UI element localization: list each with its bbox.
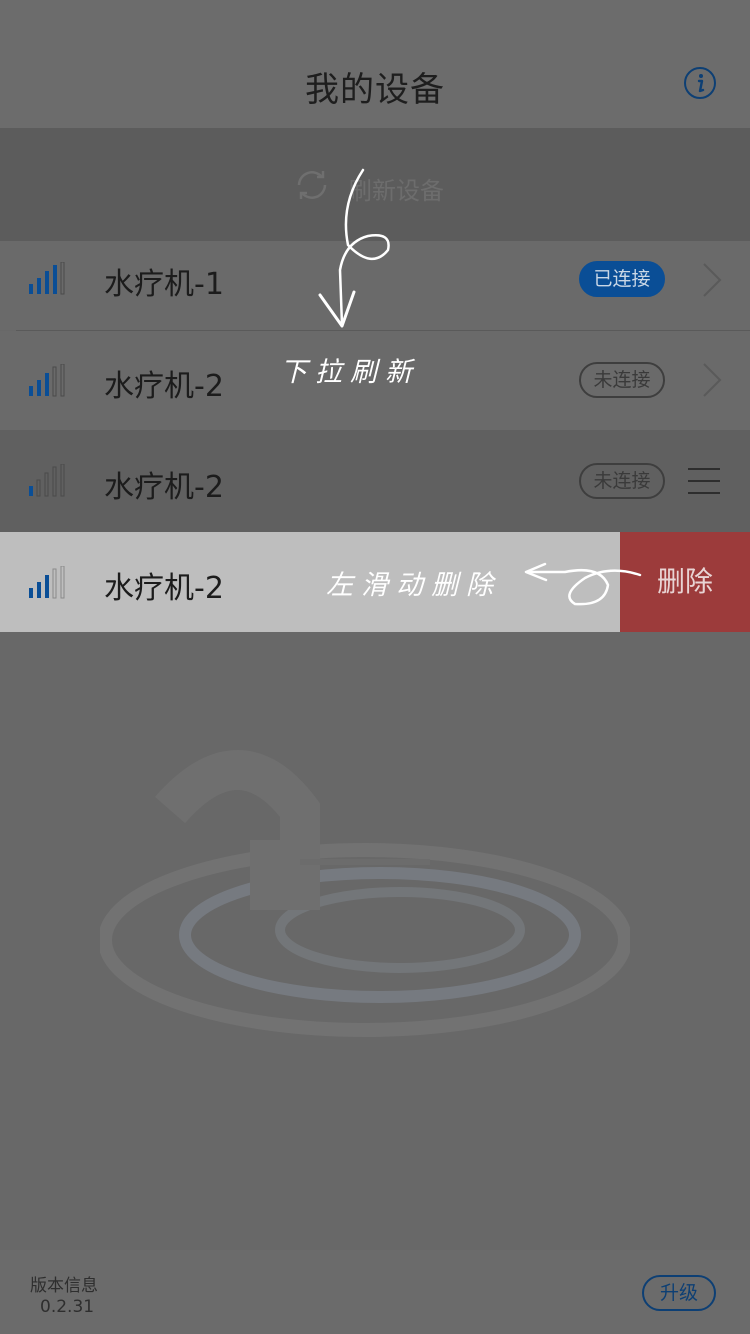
refresh-icon [297, 171, 327, 199]
delete-button[interactable]: 删除 [620, 532, 750, 632]
chevron-right-icon[interactable] [700, 262, 724, 298]
swipe-to-delete-hint: 左滑动删除 [326, 570, 501, 601]
device-row-swiped[interactable] [0, 532, 620, 632]
signal-strength-icon [29, 364, 65, 397]
footer-bar [0, 1250, 750, 1334]
page-title: 我的设备 [305, 70, 445, 110]
info-icon[interactable] [684, 67, 716, 99]
version-label: 版本信息 [30, 1276, 98, 1296]
menu-icon[interactable] [688, 467, 720, 495]
signal-strength-icon [29, 566, 65, 599]
device-name: 水疗机-2 [104, 369, 224, 404]
device-name: 水疗机-1 [104, 267, 224, 302]
device-name: 水疗机-2 [104, 470, 224, 505]
signal-strength-icon [29, 464, 65, 497]
status-badge: 未连接 [579, 463, 665, 499]
upgrade-button[interactable]: 升级 [642, 1275, 716, 1311]
faucet-logo-watermark [100, 750, 630, 1037]
chevron-right-icon[interactable] [700, 362, 724, 398]
device-name: 水疗机-2 [104, 571, 224, 606]
version-number: 0.2.31 [40, 1297, 95, 1317]
pull-to-refresh-hint: 下拉刷新 [280, 357, 420, 388]
status-badge: 未连接 [579, 362, 665, 398]
status-badge: 已连接 [579, 261, 665, 297]
signal-strength-icon [29, 262, 65, 295]
refresh-label: 刷新设备 [348, 177, 444, 205]
